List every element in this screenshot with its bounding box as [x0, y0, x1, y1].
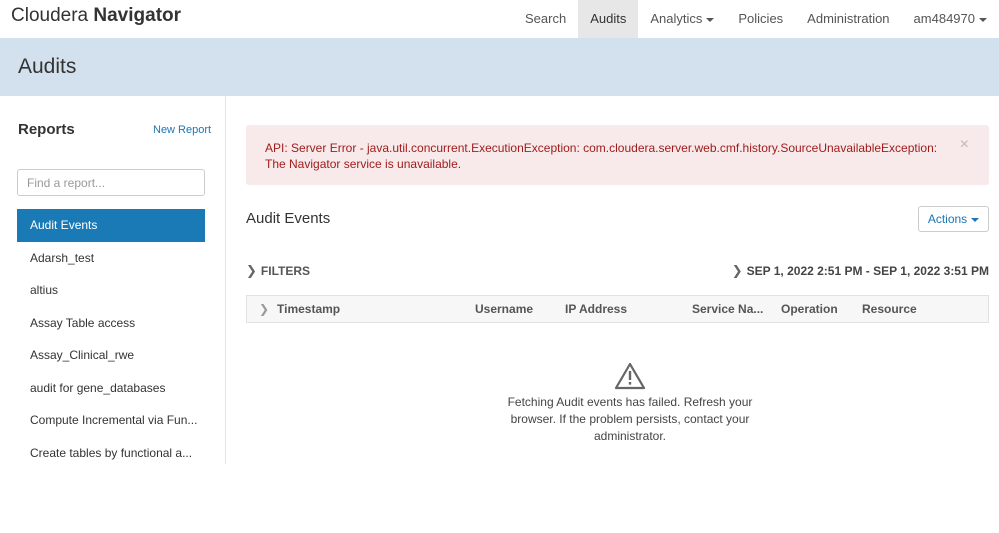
caret-down-icon — [706, 17, 715, 22]
column-header-ip-address[interactable]: IP Address — [565, 296, 627, 322]
date-range-label: SEP 1, 2022 2:51 PM - SEP 1, 2022 3:51 P… — [746, 264, 989, 278]
reports-title: Reports — [18, 121, 75, 138]
nav-search[interactable]: Search — [513, 0, 578, 38]
filters-toggle[interactable]: ❯ FILTERS — [246, 263, 310, 279]
nav-administration[interactable]: Administration — [795, 0, 901, 38]
new-report-link[interactable]: New Report — [153, 124, 211, 136]
report-item[interactable]: altius — [17, 274, 205, 307]
date-range-toggle[interactable]: ❯ SEP 1, 2022 2:51 PM - SEP 1, 2022 3:51 … — [732, 263, 989, 279]
report-item[interactable]: Assay_Clinical_rwe — [17, 339, 205, 372]
filters-label: FILTERS — [260, 264, 311, 278]
report-item[interactable]: Adarsh_test — [17, 242, 205, 275]
nav-administration-label: Administration — [807, 11, 890, 26]
actions-label: Actions — [927, 212, 968, 226]
column-header-operation[interactable]: Operation — [781, 296, 838, 322]
column-header-service-name[interactable]: Service Na... — [692, 296, 763, 322]
report-item-audit-events[interactable]: Audit Events — [17, 209, 205, 242]
empty-state: Fetching Audit events has failed. Refres… — [500, 362, 760, 445]
find-report-input[interactable] — [17, 169, 205, 196]
column-header-username[interactable]: Username — [475, 296, 533, 322]
brand-part2: Navigator — [93, 5, 182, 26]
reports-sidebar: Reports New Report Audit Events Adarsh_t… — [0, 96, 226, 464]
report-item[interactable]: Create tables by functional a... — [17, 437, 205, 470]
brand-logo[interactable]: Cloudera Navigator — [11, 5, 181, 27]
section-title: Audit Events — [246, 210, 331, 227]
chevron-right-icon: ❯ — [731, 263, 743, 278]
report-item[interactable]: audit for gene_databases — [17, 372, 205, 405]
column-header-timestamp[interactable]: Timestamp — [277, 296, 340, 322]
nav-audits-label: Audits — [590, 11, 627, 26]
error-alert: API: Server Error - java.util.concurrent… — [246, 125, 989, 185]
nav-audits[interactable]: Audits — [578, 0, 639, 38]
caret-down-icon — [979, 17, 987, 22]
main-nav: Search Audits Analytics Policies Adminis… — [513, 0, 999, 38]
report-item[interactable]: Compute Incremental via Fun... — [17, 404, 205, 437]
page-header: Audits — [0, 38, 999, 96]
nav-policies[interactable]: Policies — [726, 0, 795, 38]
brand-part1: Cloudera — [11, 5, 89, 26]
warning-triangle-icon — [614, 362, 646, 390]
chevron-right-icon: ❯ — [246, 263, 257, 278]
close-icon[interactable]: × — [960, 137, 969, 153]
nav-analytics-label: Analytics — [650, 11, 703, 26]
nav-search-label: Search — [525, 11, 567, 26]
nav-analytics[interactable]: Analytics — [638, 0, 726, 38]
chevron-right-icon[interactable]: ❯ — [259, 296, 269, 322]
empty-state-message: Fetching Audit events has failed. Refres… — [507, 395, 753, 443]
nav-policies-label: Policies — [738, 11, 784, 26]
column-header-resource[interactable]: Resource — [862, 296, 917, 322]
report-list: Audit Events Adarsh_test altius Assay Ta… — [17, 209, 205, 469]
report-item[interactable]: Assay Table access — [17, 307, 205, 340]
caret-down-icon — [971, 217, 980, 222]
nav-user-menu[interactable]: am484970 — [902, 0, 999, 38]
nav-user-label: am484970 — [913, 11, 975, 26]
top-navbar: Cloudera Navigator Search Audits Analyti… — [0, 0, 999, 38]
alert-message: API: Server Error - java.util.concurrent… — [265, 141, 938, 171]
audit-table-header: ❯ Timestamp Username IP Address Service … — [246, 295, 989, 323]
actions-button[interactable]: Actions — [918, 206, 989, 232]
page-title: Audits — [18, 55, 77, 78]
